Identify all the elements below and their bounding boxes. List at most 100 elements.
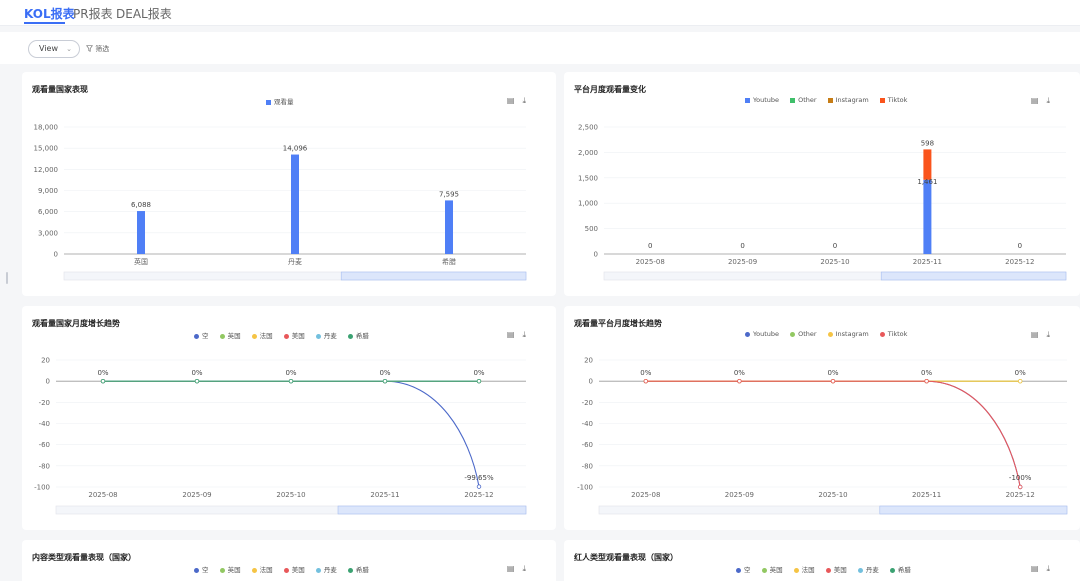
legend-item[interactable]: 空 [194,564,209,574]
zoom-slider-window [337,505,527,515]
legend-swatch [761,567,767,573]
y-tick-label: 0 [589,378,593,386]
y-tick-label: -40 [582,420,593,428]
legend-label: 希腊 [355,566,369,574]
filter-icon [86,45,93,52]
panel-title: 内容类型观看量表现（国家） [32,553,136,562]
panel-actions: ▤ ⤓ [1023,564,1050,574]
legend-swatch [889,567,895,573]
bar [291,154,299,254]
tab-deal-report[interactable]: DEAL报表 [116,5,172,22]
x-tick-label: 2025-10 [818,491,847,499]
bar-segment [923,179,932,254]
line-chart-platform-growth: 20 0 -20 -40 -60 -80 -100 2025-08 2025-09 2025-10… [577,357,1068,515]
legend-item[interactable]: 丹麦 [857,564,879,574]
x-tick-label: 2025-08 [636,258,665,266]
chart-legend: 空 英国 法国 美国 丹麦 希腊 [736,564,920,574]
point-value-label: -100% [1009,474,1032,482]
filter-button[interactable]: 筛选 [86,44,109,54]
legend-swatch [251,567,257,573]
point-value-label: 0% [473,369,484,377]
bar-value-label: 0 [833,242,837,250]
legend-label: 空 [744,566,751,574]
y-tick-label: 2,000 [578,149,598,157]
series-point [476,484,482,489]
series-point [476,378,482,384]
point-value-label: 0% [379,369,390,377]
document-icon[interactable]: ▤ [1031,564,1039,573]
series-point [100,378,106,384]
series-point [737,378,742,384]
bar-segment [923,149,932,180]
y-tick-label: 20 [584,357,593,365]
legend-label: 法国 [259,566,273,574]
zoom-slider-window [879,505,1068,515]
legend-swatch [347,567,353,573]
y-tick-label: 15,000 [34,145,59,153]
legend-item[interactable]: 英国 [219,564,241,574]
point-value-label: 0% [827,369,838,377]
legend-label: 美国 [291,566,305,574]
bar-value-label: 14,096 [283,145,308,153]
tab-pr-report[interactable]: PR报表 [73,5,113,22]
download-icon[interactable]: ⤓ [1046,564,1050,573]
y-tick-label: -80 [39,462,50,470]
legend-item[interactable]: 英国 [761,564,783,574]
legend-item[interactable]: 丹麦 [315,564,337,574]
bar-value-label: 598 [921,139,934,147]
series-point [643,378,648,384]
x-tick-label: 英国 [134,257,148,266]
y-tick-label: 1,000 [578,200,598,208]
x-tick-label: 2025-11 [912,491,941,499]
x-tick-label: 2025-08 [631,491,660,499]
y-tick-label: -80 [582,462,593,470]
chart-panel-country-views: 观看量国家表现 观看量 ▤ ⤓ 0 3,000 6,000 9,000 12,000 15,… [22,72,556,296]
zoom-slider-window [880,271,1067,281]
legend-item[interactable]: 法国 [793,564,815,574]
view-select[interactable]: View ⌄ [28,40,80,58]
tab-kol-report[interactable]: KOL报表 [24,5,75,22]
sidebar-drag-handle[interactable] [6,272,8,284]
filter-label: 筛选 [95,45,110,53]
series-point [924,378,929,384]
toolbar: View ⌄ 筛选 [0,32,1080,64]
y-tick-label: 12,000 [34,166,59,174]
series-line [103,380,480,487]
y-tick-label: 9,000 [38,187,58,195]
x-tick-label: 2025-11 [913,258,942,266]
point-value-label: 0% [640,369,651,377]
x-tick-label: 2025-10 [276,491,305,499]
legend-label: 丹麦 [323,566,337,574]
series-point [382,378,388,384]
legend-swatch [315,567,321,573]
download-icon[interactable]: ⤓ [522,564,526,573]
legend-item[interactable]: 美国 [825,564,847,574]
line-chart-country-growth: 20 0 -20 -40 -60 -80 -100 2025-08 2025-09 2025-10… [34,357,527,515]
legend-item[interactable]: 希腊 [347,564,369,574]
point-value-label: 0% [285,369,296,377]
chevron-down-icon: ⌄ [66,45,72,53]
x-tick-label: 2025-11 [370,491,399,499]
y-tick-label: 0 [594,251,598,259]
legend-item[interactable]: 法国 [251,564,273,574]
legend-swatch [194,567,199,573]
bar [137,211,145,254]
legend-label: 美国 [833,566,847,574]
y-tick-label: -40 [39,420,50,428]
y-tick-label: 500 [585,225,598,233]
x-tick-label: 2025-09 [725,491,754,499]
series-point [830,378,836,384]
legend-item[interactable]: 空 [736,564,751,574]
legend-item[interactable]: 美国 [283,564,305,574]
chart-panel-content-type: 内容类型观看量表现（国家） 空 英国 法国 美国 丹麦 希腊 ▤ ⤓ [22,540,556,581]
y-tick-label: 3,000 [38,229,58,237]
y-tick-label: 18,000 [34,124,59,132]
bar-value-label: 6,088 [131,201,151,209]
chart-panel-platform-monthly: 平台月度观看量变化 Youtube Other Instagram Tiktok… [564,72,1080,296]
series-line [645,380,1021,488]
legend-item[interactable]: 希腊 [889,564,911,574]
point-value-label: 0% [734,369,745,377]
series-point [288,378,294,384]
document-icon[interactable]: ▤ [507,564,515,573]
legend-label: 空 [202,566,209,574]
